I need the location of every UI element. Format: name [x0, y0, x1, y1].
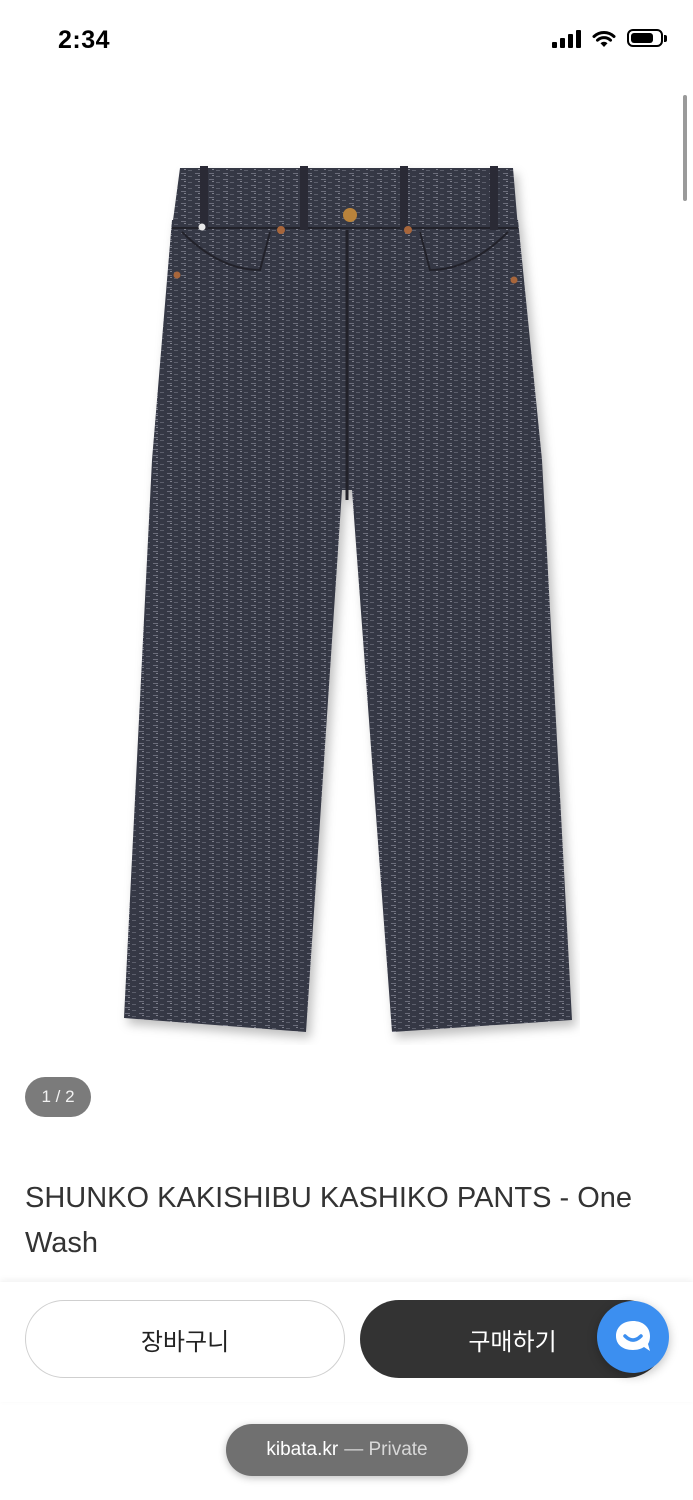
chat-button[interactable] — [597, 1301, 669, 1373]
add-to-cart-button[interactable]: 장바구니 — [25, 1300, 345, 1378]
bottom-action-bar: 장바구니 구매하기 — [0, 1282, 693, 1402]
status-icons — [552, 28, 667, 48]
product-image[interactable] — [110, 160, 580, 1045]
cellular-signal-icon — [552, 28, 581, 48]
status-bar: 2:34 — [0, 0, 693, 80]
url-domain: kibata.kr — [266, 1439, 339, 1460]
scroll-indicator[interactable] — [683, 95, 687, 201]
browser-address-pill[interactable]: kibata.kr — Private — [226, 1424, 468, 1476]
chat-bubble-icon — [616, 1321, 650, 1351]
private-mode-label: — Private — [344, 1439, 428, 1460]
battery-icon — [627, 29, 667, 47]
image-counter-badge: 1 / 2 — [25, 1077, 91, 1117]
status-time: 2:34 — [58, 26, 111, 54]
product-title: SHUNKO KAKISHIBU KASHIKO PANTS - One Was… — [25, 1182, 633, 1259]
wifi-icon — [592, 31, 616, 47]
